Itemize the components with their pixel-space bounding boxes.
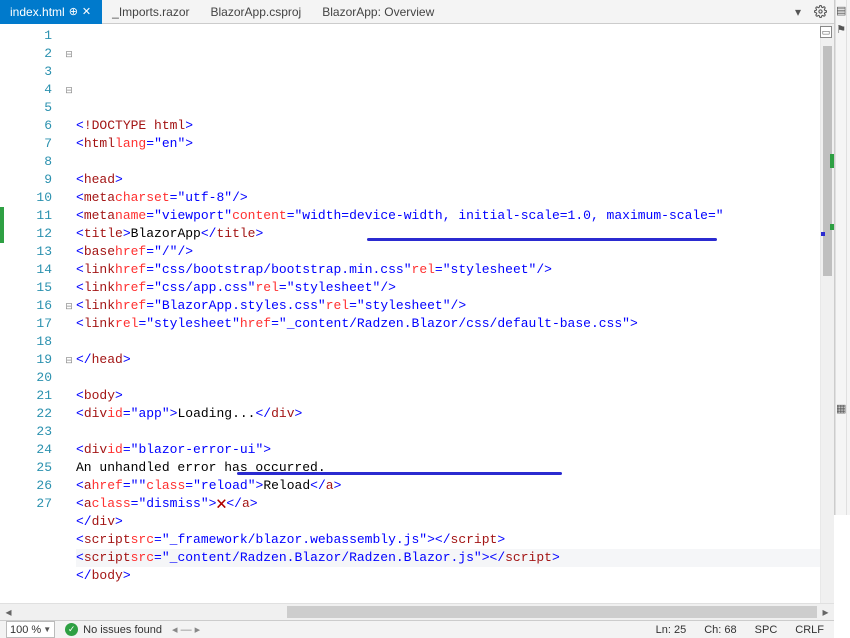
scroll-left-icon[interactable]: ◂: [0, 604, 17, 621]
code-line[interactable]: [76, 333, 820, 351]
fold-gutter[interactable]: ⊟⊟⊟⊟: [62, 24, 76, 603]
code-line[interactable]: <head>: [76, 171, 820, 189]
grid-icon[interactable]: ▦: [836, 402, 846, 415]
code-line[interactable]: </body>: [76, 567, 820, 585]
tab-label: _Imports.razor: [112, 5, 189, 19]
tab-index-html[interactable]: index.html ⊕ ✕: [0, 0, 102, 24]
code-line[interactable]: <link href="css/app.css" rel="stylesheet…: [76, 279, 820, 297]
code-line[interactable]: [76, 153, 820, 171]
tab-label: BlazorApp: Overview: [322, 5, 434, 19]
line-number-gutter: 1234567891011121314151617181920212223242…: [4, 24, 62, 603]
code-line[interactable]: <script src="_content/Radzen.Blazor/Radz…: [76, 549, 820, 567]
status-bar: 100 % ▼ ✓ No issues found ◂ — ▸ Ln: 25 C…: [0, 620, 834, 638]
tab-label: index.html: [10, 5, 65, 19]
flag-icon[interactable]: ⚑: [836, 23, 846, 36]
annotation-underline: [237, 472, 562, 475]
split-editor-icon[interactable]: ▭: [820, 26, 832, 38]
code-line[interactable]: [76, 369, 820, 387]
close-icon[interactable]: ✕: [82, 5, 91, 18]
code-line[interactable]: <body>: [76, 387, 820, 405]
code-line[interactable]: <script src="_framework/blazor.webassemb…: [76, 531, 820, 549]
tab-bar: index.html ⊕ ✕ _Imports.razor BlazorApp.…: [0, 0, 834, 24]
gear-icon[interactable]: [812, 4, 828, 20]
tab-overflow-dropdown-icon[interactable]: ▾: [790, 4, 806, 20]
issues-nav-icon[interactable]: ◂ — ▸: [172, 623, 200, 636]
issues-indicator[interactable]: ✓ No issues found: [65, 623, 162, 636]
line-indicator[interactable]: Ln: 25: [652, 624, 691, 636]
code-line[interactable]: [76, 423, 820, 441]
indent-indicator[interactable]: SPC: [751, 624, 782, 636]
code-line[interactable]: <link href="BlazorApp.styles.css" rel="s…: [76, 297, 820, 315]
chart-icon[interactable]: ▤: [836, 4, 846, 17]
right-docked-panel: Solu Sea Solu Prop: [846, 0, 850, 515]
code-line[interactable]: <div id="app">Loading...</div>: [76, 405, 820, 423]
code-line[interactable]: </head>: [76, 351, 820, 369]
code-content[interactable]: <!DOCTYPE html><html lang="en"> <head> <m…: [76, 24, 820, 603]
chevron-down-icon: ▼: [43, 625, 51, 634]
overview-ruler[interactable]: ▭: [820, 24, 834, 603]
tab-blazorapp-overview[interactable]: BlazorApp: Overview: [312, 0, 445, 24]
code-line[interactable]: <base href="/" />: [76, 243, 820, 261]
horizontal-scrollbar[interactable]: ◂ ▸: [0, 603, 834, 620]
zoom-level-combo[interactable]: 100 % ▼: [6, 621, 55, 638]
zoom-value: 100 %: [10, 624, 41, 636]
scrollbar-thumb[interactable]: [287, 606, 817, 618]
code-line[interactable]: <a class="dismiss">🗙</a>: [76, 495, 820, 513]
tab-label: BlazorApp.csproj: [211, 5, 302, 19]
code-line[interactable]: <link rel="stylesheet" href="_content/Ra…: [76, 315, 820, 333]
code-line[interactable]: <link href="css/bootstrap/bootstrap.min.…: [76, 261, 820, 279]
code-line[interactable]: <!DOCTYPE html>: [76, 117, 820, 135]
pin-icon[interactable]: ⊕: [69, 5, 78, 18]
code-line[interactable]: <meta charset="utf-8" />: [76, 189, 820, 207]
code-line[interactable]: <html lang="en">: [76, 135, 820, 153]
code-editor[interactable]: 1234567891011121314151617181920212223242…: [0, 24, 834, 603]
tab-blazorapp-csproj[interactable]: BlazorApp.csproj: [201, 0, 313, 24]
right-tool-icons: ▤ ⚑ ▦: [835, 0, 846, 515]
char-indicator[interactable]: Ch: 68: [700, 624, 740, 636]
code-line[interactable]: [76, 585, 820, 603]
code-line[interactable]: <meta name="viewport" content="width=dev…: [76, 207, 820, 225]
issues-text: No issues found: [83, 624, 162, 636]
code-line[interactable]: <a href="" class="reload">Reload</a>: [76, 477, 820, 495]
tab-imports-razor[interactable]: _Imports.razor: [102, 0, 200, 24]
code-line[interactable]: <div id="blazor-error-ui">: [76, 441, 820, 459]
code-line[interactable]: </div>: [76, 513, 820, 531]
scroll-right-icon[interactable]: ▸: [817, 604, 834, 621]
line-ending-indicator[interactable]: CRLF: [791, 624, 828, 636]
annotation-underline: [367, 238, 717, 241]
check-circle-icon: ✓: [65, 623, 78, 636]
